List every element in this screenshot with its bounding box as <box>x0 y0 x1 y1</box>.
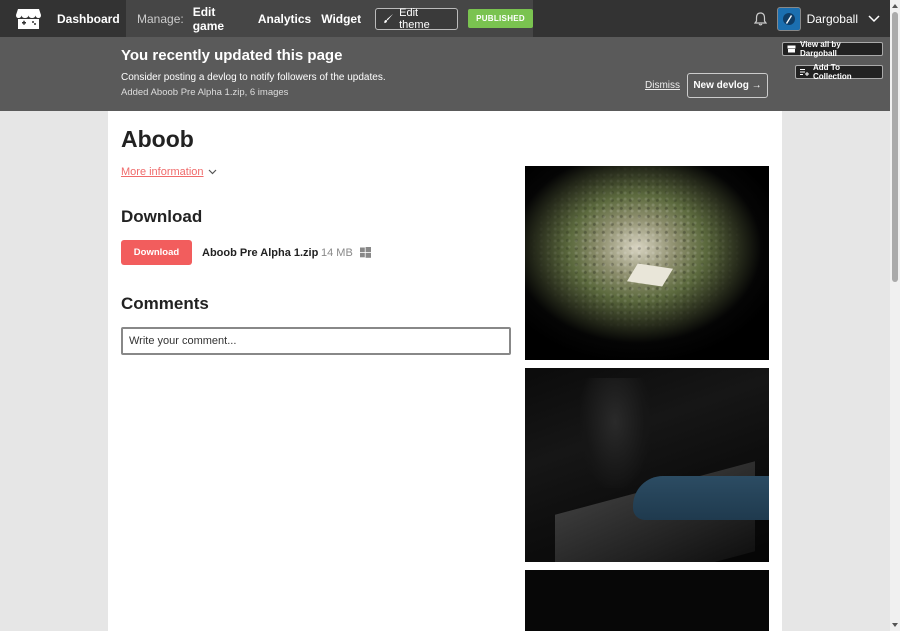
banner-message: Consider posting a devlog to notify foll… <box>121 72 386 83</box>
screenshot-texture <box>525 166 769 360</box>
screenshot-1[interactable] <box>525 166 769 360</box>
page-scrollbar[interactable] <box>890 0 900 631</box>
edit-theme-button[interactable]: Edit theme <box>375 6 459 31</box>
download-heading: Download <box>121 207 203 226</box>
banner-title: You recently updated this page <box>121 47 343 64</box>
scroll-up-icon[interactable] <box>891 2 899 10</box>
chevron-down-icon <box>208 169 217 175</box>
add-collection-label: Add To Collection <box>813 63 852 81</box>
avatar[interactable] <box>776 6 801 31</box>
manage-label: Manage: <box>137 11 184 26</box>
add-list-icon <box>800 68 809 76</box>
view-all-button[interactable]: View all by Dargoball <box>782 40 883 58</box>
brush-icon <box>383 13 394 24</box>
game-title: Aboob <box>121 126 194 152</box>
bell-icon[interactable] <box>753 11 767 26</box>
game-page: Aboob More information Download Download… <box>108 111 782 631</box>
comments-heading: Comments <box>121 294 209 313</box>
avatar-glyph-icon <box>782 12 795 25</box>
username[interactable]: Dargoball <box>807 12 858 26</box>
manage-toolbar: Manage: Edit game Analytics Widget Edit … <box>126 0 533 37</box>
dismiss-link[interactable]: Dismiss <box>645 80 680 91</box>
view-all-label: View all by Dargoball <box>800 40 841 58</box>
user-zone: Dargoball <box>753 0 880 37</box>
screenshot-tree <box>580 378 650 488</box>
banner-sub: Added Aboob Pre Alpha 1.zip, 6 images <box>121 87 289 98</box>
dashboard-link[interactable]: Dashboard <box>57 12 120 26</box>
screenshot-2[interactable] <box>525 368 769 562</box>
edit-theme-label: Edit theme <box>399 6 430 31</box>
screenshot-3[interactable] <box>525 570 769 631</box>
itchio-logo-icon[interactable] <box>15 7 42 31</box>
devlog-notification-banner: You recently updated this page Consider … <box>0 37 890 111</box>
widget-link[interactable]: Widget <box>321 12 361 26</box>
chevron-down-icon[interactable] <box>868 14 880 23</box>
analytics-link[interactable]: Analytics <box>258 12 311 26</box>
file-size: 14 MB <box>321 247 353 259</box>
scroll-thumb[interactable] <box>892 12 898 282</box>
windows-icon <box>360 247 371 258</box>
more-information-toggle[interactable]: More information <box>121 166 217 178</box>
screenshot-water <box>633 476 769 520</box>
download-button[interactable]: Download <box>121 240 192 265</box>
edit-game-link[interactable]: Edit game <box>193 5 248 33</box>
comment-input[interactable] <box>121 327 511 355</box>
itchio-mini-icon <box>787 45 796 53</box>
more-information-label: More information <box>121 166 204 178</box>
new-devlog-button[interactable]: New devlog → <box>687 73 768 98</box>
add-to-collection-button[interactable]: Add To Collection <box>795 63 883 81</box>
file-name: Aboob Pre Alpha 1.zip <box>202 247 319 259</box>
scroll-down-icon[interactable] <box>891 621 899 629</box>
published-badge[interactable]: PUBLISHED <box>468 9 533 28</box>
